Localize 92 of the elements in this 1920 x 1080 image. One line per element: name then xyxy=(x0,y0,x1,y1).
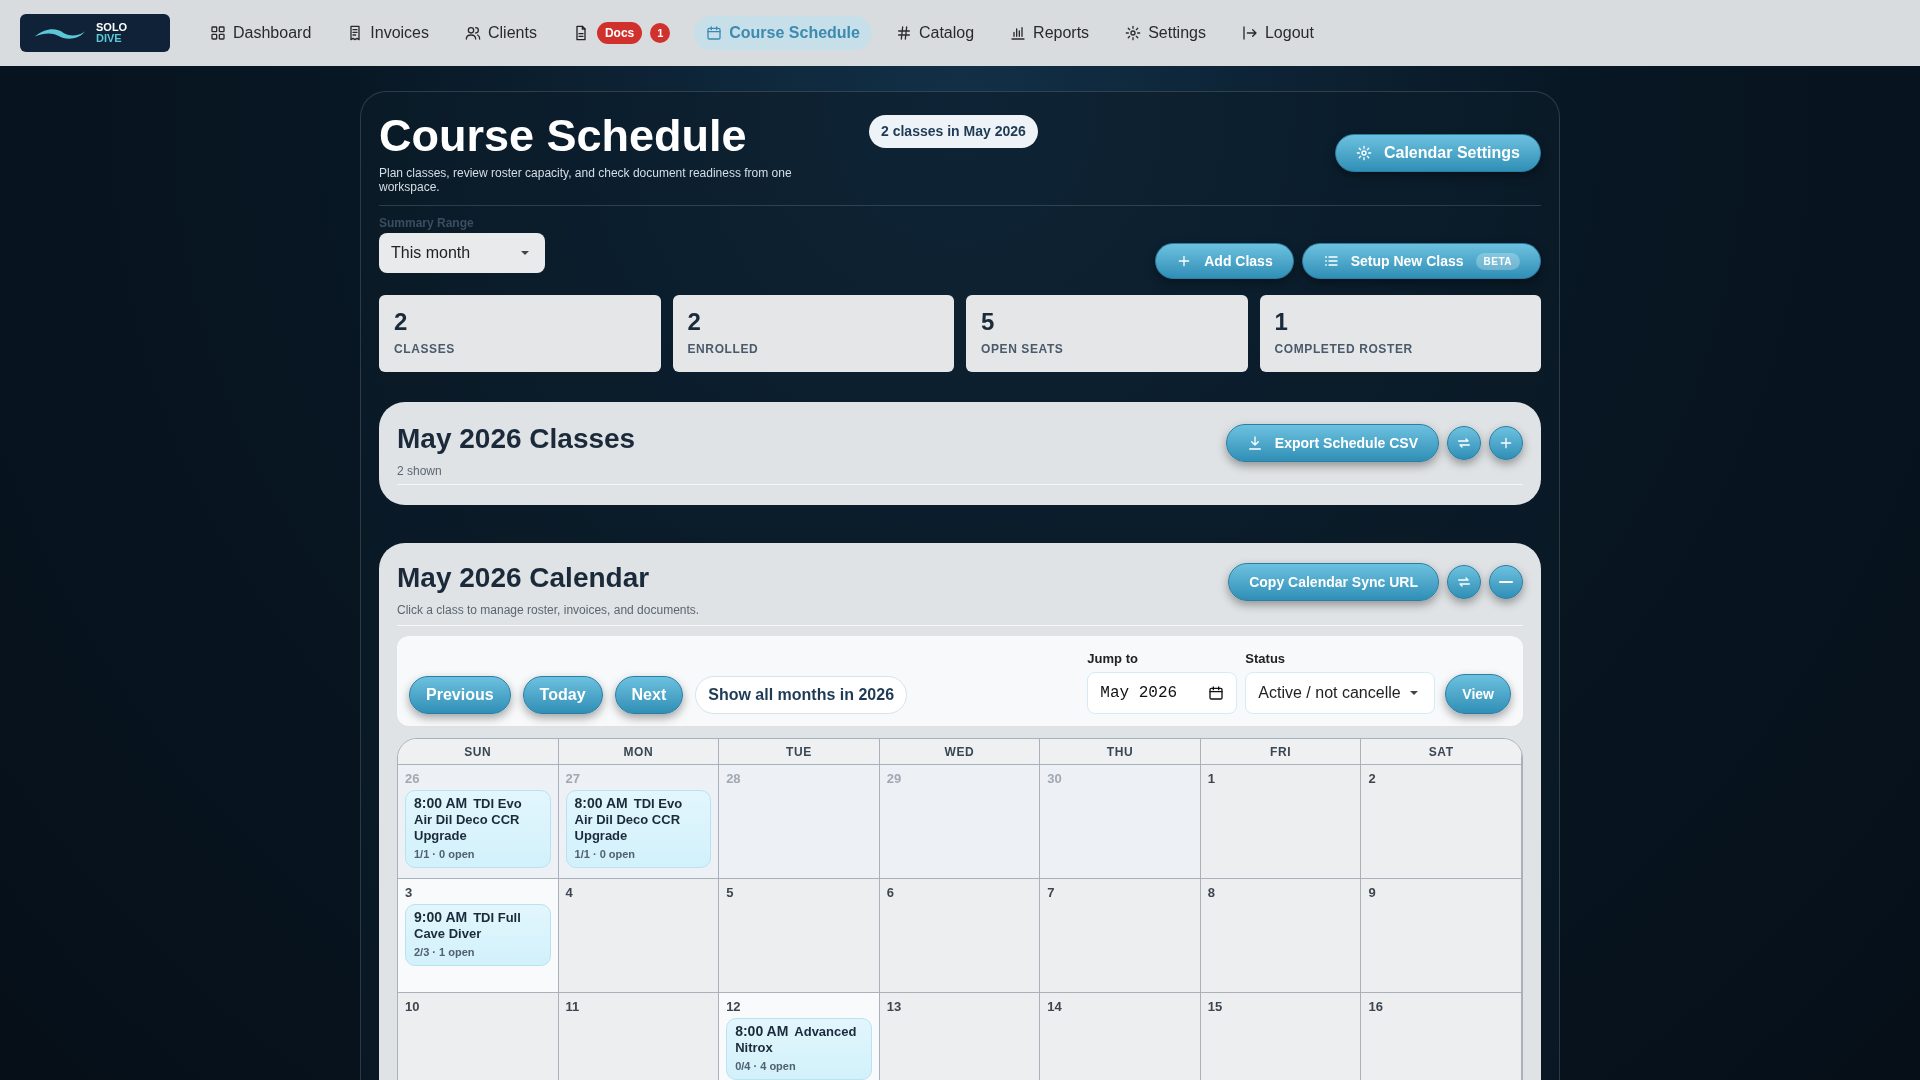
bar-chart-icon xyxy=(1010,25,1027,41)
day-number: 27 xyxy=(565,771,582,787)
docs-nav-link[interactable]: Docs 1 xyxy=(560,16,683,50)
docs-badge: Docs xyxy=(596,22,643,44)
stat-label: ENROLLED xyxy=(687,341,760,358)
people-icon xyxy=(465,25,481,41)
nav-link[interactable]: Catalog xyxy=(883,16,987,50)
day-number: 9 xyxy=(1368,885,1377,901)
day-number: 30 xyxy=(1047,771,1063,787)
nav-link[interactable]: Logout xyxy=(1229,16,1326,50)
panel-subtitle: 2 shown xyxy=(397,463,443,480)
day-number: 1 xyxy=(1207,771,1217,787)
day-number: 29 xyxy=(886,771,903,787)
field-label: Status xyxy=(1245,649,1287,668)
logo[interactable]: SOLO DIVE xyxy=(20,14,170,52)
weekday-header: FRI xyxy=(1200,739,1362,765)
page-subtitle: Plan classes, review roster capacity, and check document readiness from one workspace. xyxy=(379,166,793,194)
logo-text: DIVE xyxy=(96,33,123,44)
nav-link[interactable]: Invoices xyxy=(335,16,441,50)
refresh-button[interactable] xyxy=(1447,565,1481,599)
panel-title: May 2026 Calendar xyxy=(397,561,651,595)
day-number: 14 xyxy=(1047,999,1063,1015)
day-number: 13 xyxy=(886,999,903,1015)
event-title: 8:00 AM Advanced Nitrox xyxy=(735,1023,858,1056)
plus-icon xyxy=(1498,435,1514,451)
stat-value: 5 xyxy=(981,309,996,335)
stat-value: 2 xyxy=(687,309,702,335)
day-number: 6 xyxy=(886,885,895,901)
count-badge: 1 xyxy=(650,23,671,43)
event-title: 8:00 AM TDI Evo Air Dil Deco CCR Upgrade xyxy=(414,795,523,844)
event-title: 8:00 AM TDI Evo Air Dil Deco CCR Upgrade xyxy=(574,795,684,844)
weekday-header: TUE xyxy=(719,739,880,765)
logo-text: SOLO xyxy=(96,22,128,33)
list-icon xyxy=(1322,253,1339,269)
date-input[interactable]: May 2026 xyxy=(1087,672,1238,714)
event-seats: 2/3 · 1 open xyxy=(414,944,542,961)
grid-icon xyxy=(210,25,226,41)
nav-link[interactable]: Settings xyxy=(1113,16,1218,50)
logout-icon xyxy=(1241,25,1258,41)
event-seats: 0/4 · 4 open xyxy=(735,1058,863,1075)
class-event-card[interactable]: 8:00 AM TDI Evo Air Dil Deco CCR Upgrade 1/1 · 0 open xyxy=(405,790,551,868)
settings-icon xyxy=(1355,145,1372,161)
nav-link[interactable]: Dashboard xyxy=(198,16,324,50)
page-title: Course Schedule xyxy=(379,110,748,162)
event-seats: 1/1 · 0 open xyxy=(414,846,542,863)
day-number: 16 xyxy=(1368,999,1384,1015)
stat-value: 1 xyxy=(1274,309,1289,335)
download-icon xyxy=(1246,435,1263,451)
hash-icon xyxy=(895,25,912,41)
minus-icon xyxy=(1499,581,1513,583)
day-number: 3 xyxy=(405,885,414,901)
beta-tag: BETA xyxy=(1475,252,1520,270)
weekday-header: THU xyxy=(1040,739,1201,765)
day-number: 7 xyxy=(1047,885,1056,901)
settings-icon xyxy=(1125,25,1142,41)
class-event-card[interactable]: 8:00 AM TDI Evo Air Dil Deco CCR Upgrade 1/1 · 0 open xyxy=(565,790,712,868)
panel-title: May 2026 Classes xyxy=(397,422,636,456)
day-number: 11 xyxy=(565,999,581,1015)
summary-range-select[interactable]: This month xyxy=(379,233,545,273)
refresh-button[interactable] xyxy=(1447,426,1481,460)
day-number: 8 xyxy=(1207,885,1217,901)
weekday-header: WED xyxy=(879,739,1041,765)
day-number: 10 xyxy=(405,999,421,1015)
day-number: 26 xyxy=(405,771,421,787)
day-number: 12 xyxy=(726,999,742,1015)
calendar-icon xyxy=(706,25,723,41)
calendar-icon xyxy=(1208,685,1225,701)
field-label: Jump to xyxy=(1087,649,1139,668)
nav-link[interactable]: Clients xyxy=(453,16,549,50)
show-all-months-button[interactable]: Show all months in 2026 xyxy=(695,676,908,714)
panel-subtitle: Click a class to manage roster, invoices, and documents. xyxy=(397,602,700,619)
stat-label: COMPLETED ROSTER xyxy=(1274,341,1414,358)
day-number: 2 xyxy=(1368,771,1377,787)
expand-button[interactable] xyxy=(1489,426,1523,460)
weekday-header: SUN xyxy=(398,739,559,765)
stat-label: OPEN SEATS xyxy=(981,341,1065,358)
classes-count-badge: 2 classes in May 2026 xyxy=(869,115,1038,148)
day-number: 15 xyxy=(1207,999,1224,1015)
event-title: 9:00 AM TDI Full Cave Diver xyxy=(414,909,522,942)
day-number: 5 xyxy=(726,885,735,901)
day-number: 28 xyxy=(726,771,742,787)
weekday-header: SAT xyxy=(1361,739,1522,765)
status-select[interactable]: Active / not cancelle xyxy=(1245,672,1436,714)
day-number: 4 xyxy=(565,885,574,901)
nav-link[interactable]: Reports xyxy=(998,16,1102,50)
weekday-header: MON xyxy=(558,739,720,765)
stat-label: CLASSES xyxy=(394,341,456,358)
event-seats: 1/1 · 0 open xyxy=(574,846,703,863)
class-event-card[interactable]: 9:00 AM TDI Full Cave Diver 2/3 · 1 open xyxy=(405,904,551,966)
collapse-button[interactable] xyxy=(1489,565,1523,599)
stat-value: 2 xyxy=(394,309,409,335)
class-event-card[interactable]: 8:00 AM Advanced Nitrox 0/4 · 4 open xyxy=(726,1018,872,1080)
